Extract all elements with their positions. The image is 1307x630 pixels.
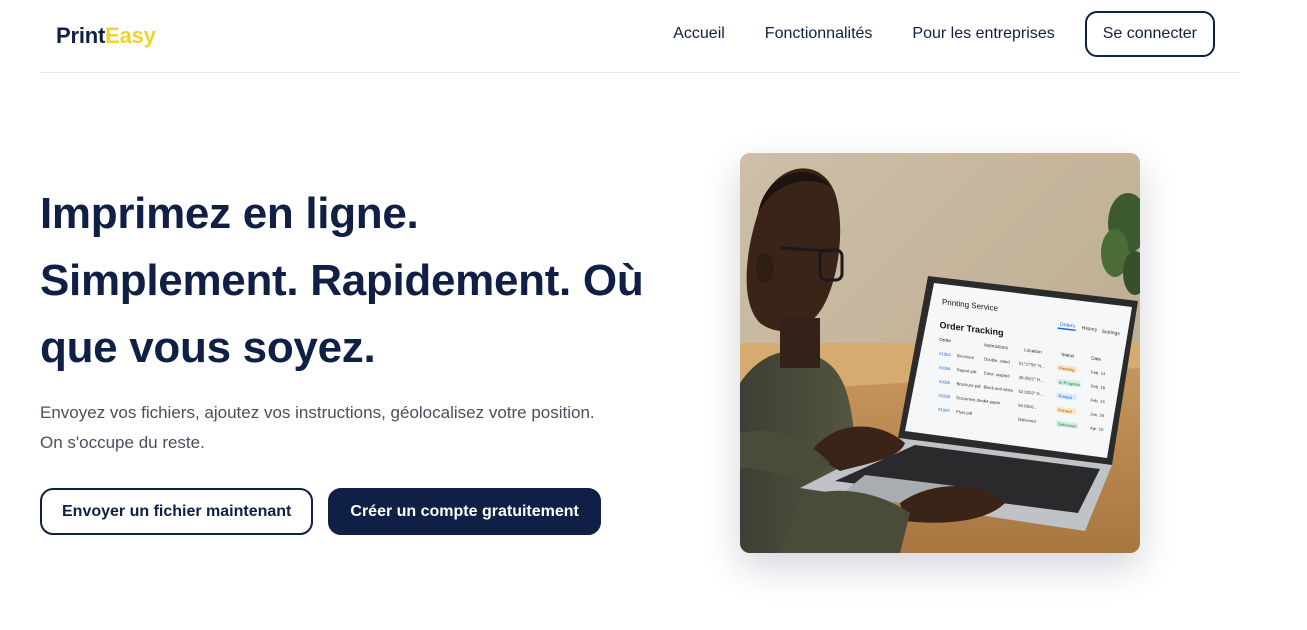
hero-photo-illustration: Printing Service Orders History Settings…: [740, 153, 1140, 553]
top-navbar: PrintEasy Accueil Fonctionnalités Pour l…: [0, 0, 1307, 72]
hero-subtitle-line1: Envoyez vos fichiers, ajoutez vos instru…: [40, 403, 595, 422]
brand-logo-part2: Easy: [105, 23, 156, 48]
hero-subtitle-line2: On s'occupe du reste.: [40, 433, 205, 452]
hero-subtitle: Envoyez vos fichiers, ajoutez vos instru…: [40, 398, 640, 458]
brand-logo[interactable]: PrintEasy: [56, 23, 156, 49]
nav-link-entreprises[interactable]: Pour les entreprises: [912, 25, 1054, 43]
brand-logo-part1: Print: [56, 23, 106, 48]
header-divider: [40, 72, 1240, 73]
hero-photo: Printing Service Orders History Settings…: [740, 153, 1140, 553]
hero-title: Imprimez en ligne. Simplement. Rapidemen…: [40, 189, 644, 372]
send-file-button[interactable]: Envoyer un fichier maintenant: [40, 488, 314, 535]
create-account-button[interactable]: Créer un compte gratuitement: [328, 488, 601, 535]
nav-link-fonctionnalites[interactable]: Fonctionnalités: [765, 25, 873, 43]
nav-link-accueil[interactable]: Accueil: [673, 25, 725, 43]
cta-row: Envoyer un fichier maintenant Créer un c…: [40, 488, 601, 535]
nav-links: Accueil Fonctionnalités Pour les entrepr…: [673, 11, 1215, 57]
login-button[interactable]: Se connecter: [1084, 11, 1215, 57]
